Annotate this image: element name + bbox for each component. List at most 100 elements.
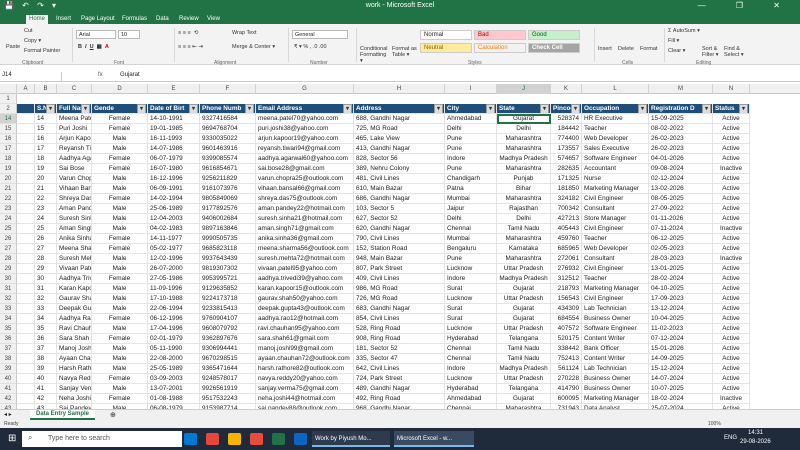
row-number[interactable]: 19 bbox=[0, 164, 17, 174]
insert-cells-button[interactable]: Insert bbox=[598, 46, 612, 52]
cell[interactable]: 413, Gandhi Nagar bbox=[354, 144, 445, 154]
cell[interactable]: 22-06-1994 bbox=[148, 304, 200, 314]
cell[interactable]: Male bbox=[92, 304, 148, 314]
cell[interactable]: Hyderabad bbox=[445, 334, 497, 344]
row-number[interactable]: 42 bbox=[0, 394, 17, 404]
cell[interactable]: Rajasthan bbox=[497, 204, 551, 214]
cell[interactable]: Business Owner bbox=[582, 314, 649, 324]
row-number[interactable]: 38 bbox=[0, 354, 17, 364]
cell[interactable]: Pune bbox=[445, 164, 497, 174]
cell[interactable]: 184442 bbox=[551, 124, 582, 134]
cell[interactable]: Male bbox=[92, 174, 148, 184]
cell[interactable]: manoj.joshi99@gmail.com bbox=[256, 344, 354, 354]
cell[interactable]: 02-12-2024 bbox=[649, 174, 713, 184]
cell[interactable]: 683, Gandhi Nagar bbox=[354, 304, 445, 314]
cell[interactable]: deepak.gupta43@outlook.com bbox=[256, 304, 354, 314]
name-box[interactable]: J14 bbox=[2, 72, 62, 81]
row-number[interactable]: 40 bbox=[0, 374, 17, 384]
row-number[interactable]: 39 bbox=[0, 364, 17, 374]
cell[interactable]: Lab Technician bbox=[582, 304, 649, 314]
cell[interactable]: 335, Sector 47 bbox=[354, 354, 445, 364]
cell[interactable]: Indore bbox=[445, 154, 497, 164]
window-controls[interactable]: — ❐ ✕ bbox=[698, 1, 794, 10]
cell[interactable]: Maharashtra bbox=[497, 164, 551, 174]
cell[interactable]: 700342 bbox=[551, 204, 582, 214]
cell[interactable]: Active bbox=[713, 354, 750, 364]
cell[interactable]: Madhya Pradesh bbox=[497, 274, 551, 284]
cell[interactable]: Meena Sharma bbox=[57, 244, 92, 254]
cell[interactable]: anika.sinha36@gmail.com bbox=[256, 234, 354, 244]
cell[interactable]: Surat bbox=[445, 304, 497, 314]
cell[interactable]: 26 bbox=[35, 234, 57, 244]
cell[interactable]: Delhi bbox=[497, 214, 551, 224]
cell[interactable]: 15-09-2025 bbox=[649, 114, 713, 124]
cell[interactable]: 270228 bbox=[551, 374, 582, 384]
cell-empty[interactable] bbox=[17, 204, 35, 214]
cell[interactable]: 16-07-1980 bbox=[148, 164, 200, 174]
cell[interactable]: Tamil Nadu bbox=[497, 224, 551, 234]
cell[interactable]: 13-07-2001 bbox=[148, 384, 200, 394]
cell[interactable]: Aman Singh bbox=[57, 224, 92, 234]
cell[interactable]: 156543 bbox=[551, 294, 582, 304]
cell[interactable]: Male bbox=[92, 204, 148, 214]
cell[interactable]: 9224173718 bbox=[200, 294, 256, 304]
cell[interactable]: 10-07-2025 bbox=[649, 384, 713, 394]
column-title[interactable]: Occupation bbox=[582, 104, 649, 114]
conditional-formatting-button[interactable]: Conditional Formatting ▾ bbox=[360, 46, 390, 64]
cell[interactable]: 9306994441 bbox=[200, 344, 256, 354]
cell[interactable]: 620, Gandhi Nagar bbox=[354, 224, 445, 234]
tab-data[interactable]: Data bbox=[153, 15, 172, 24]
cell[interactable]: 14-07-1986 bbox=[148, 144, 200, 154]
cell[interactable]: 13-01-2025 bbox=[649, 264, 713, 274]
cell[interactable]: suresh.sinha21@hotmail.com bbox=[256, 214, 354, 224]
cell[interactable]: 40 bbox=[35, 374, 57, 384]
cell[interactable]: Maharashtra bbox=[497, 134, 551, 144]
cell[interactable]: Aadhya Trivedi bbox=[57, 274, 92, 284]
cell[interactable]: Male bbox=[92, 364, 148, 374]
cell[interactable]: 26-02-2023 bbox=[649, 144, 713, 154]
cell[interactable]: Lab Technician bbox=[582, 364, 649, 374]
cell[interactable]: Male bbox=[92, 264, 148, 274]
cell[interactable]: 28-02-2024 bbox=[649, 274, 713, 284]
row-number[interactable]: 32 bbox=[0, 294, 17, 304]
cell[interactable]: 09-08-2024 bbox=[649, 164, 713, 174]
cell[interactable]: 9670298515 bbox=[200, 354, 256, 364]
cell[interactable]: 610, Main Bazar bbox=[354, 184, 445, 194]
cell[interactable]: Software Engineer bbox=[582, 154, 649, 164]
cell[interactable]: 181, Sector 52 bbox=[354, 344, 445, 354]
cell[interactable]: Active bbox=[713, 264, 750, 274]
tab-view[interactable]: View bbox=[204, 15, 223, 24]
cell[interactable]: Active bbox=[713, 364, 750, 374]
cell-empty[interactable] bbox=[17, 384, 35, 394]
row-number[interactable]: 18 bbox=[0, 154, 17, 164]
cell[interactable]: Bengaluru bbox=[445, 244, 497, 254]
cell[interactable]: Delhi bbox=[445, 214, 497, 224]
column-header-h[interactable]: H bbox=[354, 84, 445, 94]
cell[interactable]: 9937643439 bbox=[200, 254, 256, 264]
cell[interactable]: 9248578017 bbox=[200, 374, 256, 384]
cell[interactable]: Female bbox=[92, 234, 148, 244]
cell[interactable]: Gaurav Shah bbox=[57, 294, 92, 304]
row-number[interactable]: 17 bbox=[0, 144, 17, 154]
cell[interactable]: Lucknow bbox=[445, 374, 497, 384]
cell[interactable]: 06-12-1996 bbox=[148, 314, 200, 324]
cell[interactable]: 9897163846 bbox=[200, 224, 256, 234]
cell[interactable]: Active bbox=[713, 214, 750, 224]
cell[interactable]: 16-12-1996 bbox=[148, 174, 200, 184]
cell-empty[interactable] bbox=[17, 314, 35, 324]
cell[interactable]: Nurse bbox=[582, 174, 649, 184]
row-number[interactable]: 28 bbox=[0, 254, 17, 264]
cell[interactable]: suresh.mehta72@hotmail.com bbox=[256, 254, 354, 264]
cell[interactable]: 986, MG Road bbox=[354, 284, 445, 294]
cell[interactable]: Female bbox=[92, 194, 148, 204]
cell[interactable]: Content Writer bbox=[582, 334, 649, 344]
cell[interactable]: Chennai bbox=[445, 224, 497, 234]
cell[interactable]: Indore bbox=[445, 274, 497, 284]
column-title[interactable]: S.N bbox=[35, 104, 57, 114]
cell[interactable]: 38 bbox=[35, 354, 57, 364]
row-number[interactable]: 29 bbox=[0, 264, 17, 274]
cell[interactable]: Sara Shah bbox=[57, 334, 92, 344]
column-title[interactable]: Status bbox=[713, 104, 750, 114]
column-title[interactable]: Full Name bbox=[57, 104, 92, 114]
cell[interactable]: 33 bbox=[35, 304, 57, 314]
